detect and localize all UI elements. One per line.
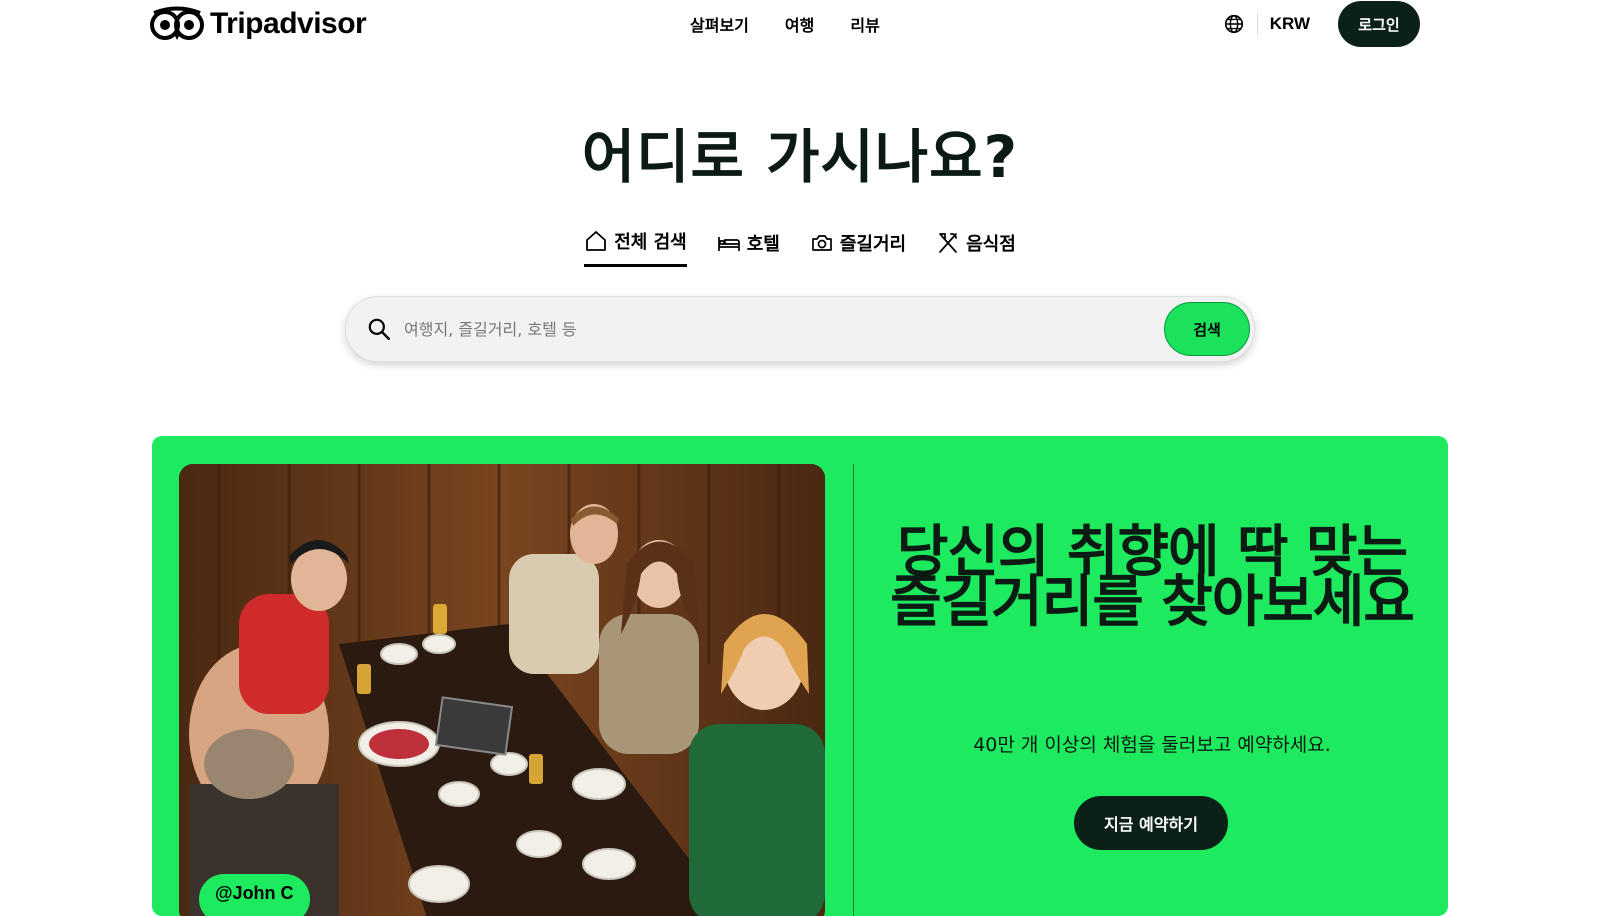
promo-title: 당신의 취향에 딱 맞는 즐길거리를 찾아보세요 (890, 520, 1415, 635)
search-bar: 검색 (345, 296, 1255, 362)
tab-restaurants[interactable]: 음식점 (936, 228, 1016, 267)
tab-things-to-do[interactable]: 즐길거리 (810, 228, 906, 267)
promo-photo: @John C (179, 464, 825, 916)
currency-selector[interactable]: KRW (1270, 14, 1310, 34)
promo-divider (853, 464, 854, 916)
tab-label: 호텔 (746, 233, 780, 255)
bed-icon (717, 236, 740, 251)
login-button[interactable]: 로그인 (1338, 1, 1420, 47)
page-title: 어디로 가시나요? (581, 123, 1019, 191)
search-tabs: 전체 검색 호텔 즐길거리 음식점 (0, 228, 1600, 267)
photo-credit: @John C (199, 874, 310, 916)
globe-icon[interactable] (1223, 13, 1245, 35)
nav-explore[interactable]: 살펴보기 (690, 12, 749, 36)
tab-label: 즐길거리 (839, 233, 907, 255)
search-input[interactable] (402, 318, 1164, 340)
tab-label: 전체 검색 (614, 232, 687, 253)
promo-banner: @John C 당신의 취향에 딱 맞는 즐길거리를 찾아보세요 40만 개 이… (152, 436, 1448, 916)
book-now-button[interactable]: 지금 예약하기 (1074, 796, 1228, 850)
promo-subtitle: 40만 개 이상의 체험을 둘러보고 예약하세요. (973, 734, 1331, 756)
camera-icon (811, 234, 832, 251)
search-button[interactable]: 검색 (1164, 302, 1250, 356)
search-icon (368, 318, 390, 340)
tab-hotels[interactable]: 호텔 (717, 228, 780, 267)
header-divider (1256, 13, 1258, 35)
tripadvisor-logo[interactable]: Tripadvisor (150, 6, 367, 42)
owl-logo-icon (150, 6, 204, 40)
tab-all-search[interactable]: 전체 검색 (584, 228, 687, 267)
home-icon (586, 231, 607, 251)
nav-trips[interactable]: 여행 (785, 12, 814, 36)
header: Tripadvisor 살펴보기 여행 리뷰 KRW 로그인 (0, 0, 1600, 60)
brand-name: Tripadvisor (210, 7, 367, 40)
main-nav: 살펴보기 여행 리뷰 (690, 12, 880, 36)
tab-label: 음식점 (966, 233, 1016, 255)
group-dinner-photo (179, 464, 825, 916)
nav-reviews[interactable]: 리뷰 (850, 12, 879, 36)
utensils-icon (939, 232, 957, 253)
header-actions: KRW 로그인 (1223, 0, 1420, 48)
